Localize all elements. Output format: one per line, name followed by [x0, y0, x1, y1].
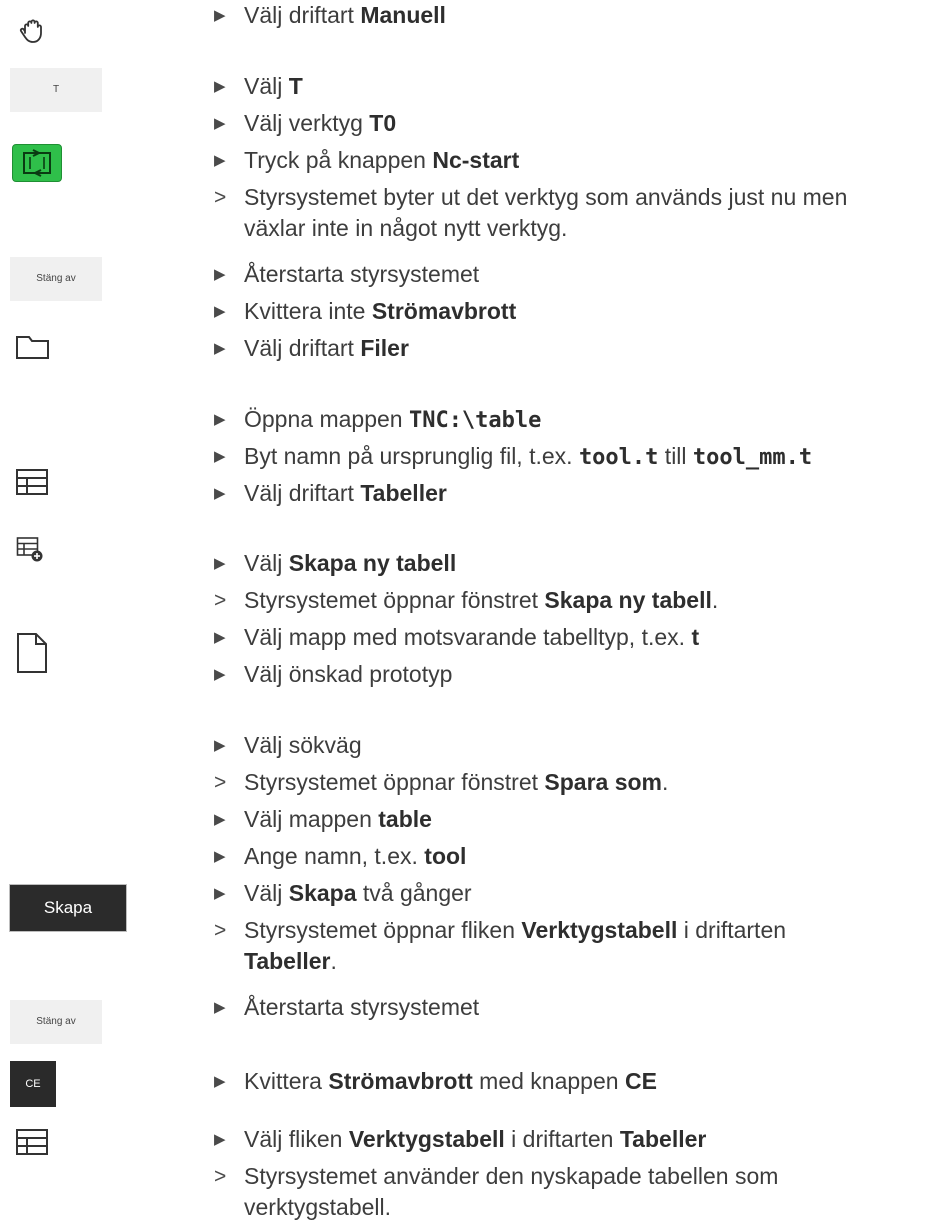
document-icon	[17, 633, 47, 673]
step-result: > Styrsystemet öppnar fönstret Spara som…	[214, 767, 934, 798]
step-item: ▶ Återstarta styrsystemet	[214, 992, 934, 1023]
step-arrow-icon: ▶	[214, 152, 226, 169]
step-item: ▶ Återstarta styrsystemet	[214, 259, 934, 290]
skapa-label: Skapa	[43, 898, 93, 917]
step-arrow-icon: ▶	[214, 885, 226, 902]
step-arrow-icon: ▶	[214, 1131, 226, 1148]
step-arrow-icon: ▶	[214, 340, 226, 357]
step-item: ▶ Tryck på knappen Nc-start	[214, 145, 934, 176]
step-arrow-icon: ▶	[214, 666, 226, 683]
step-item: ▶ Välj mapp med motsvarande tabelltyp, t…	[214, 622, 934, 653]
step-arrow-icon: ▶	[214, 848, 226, 865]
step-item: ▶ Välj driftart Filer	[214, 333, 934, 364]
step-arrow-icon: ▶	[214, 7, 226, 24]
ce-key-button[interactable]: CE	[10, 1061, 56, 1107]
step-arrow-icon: ▶	[214, 811, 226, 828]
step-result: > Styrsystemet öppnar fönstret Skapa ny …	[214, 585, 934, 616]
step-arrow-icon: ▶	[214, 448, 226, 465]
step-item: ▶ Ange namn, t.ex. tool	[214, 841, 934, 872]
step-item: ▶ Välj önskad prototyp	[214, 659, 934, 690]
step-arrow-icon: ▶	[214, 485, 226, 502]
step-arrow-icon: ▶	[214, 629, 226, 646]
new-table-icon	[16, 537, 43, 562]
step-arrow-icon: ▶	[214, 555, 226, 572]
nc-start-button[interactable]	[12, 144, 62, 182]
step-item: ▶ Välj T	[214, 71, 934, 102]
stang-av-label-2: Stäng av	[36, 1016, 76, 1027]
stang-av-button[interactable]: Stäng av	[10, 257, 102, 301]
table-icon	[16, 469, 48, 495]
step-item: ▶ Välj verktyg T0	[214, 108, 934, 139]
table-icon	[16, 1129, 48, 1155]
skapa-button[interactable]: Skapa	[9, 884, 127, 932]
step-arrow-icon: ▶	[214, 411, 226, 428]
hand-icon	[19, 19, 42, 43]
result-arrow-icon: >	[214, 919, 227, 942]
step-result: > Styrsystemet byter ut det verktyg som …	[214, 184, 848, 241]
step-item: ▶ Välj Skapa två gånger	[214, 878, 934, 909]
ce-key-label: CE	[25, 1078, 41, 1090]
step-item: ▶ Välj Skapa ny tabell	[214, 548, 934, 579]
step-item: ▶ Kvittera inte Strömavbrott	[214, 296, 934, 327]
step-item: ▶ Välj sökväg	[214, 730, 934, 761]
step-item: ▶ Byt namn på ursprunglig fil, t.ex. too…	[214, 443, 813, 470]
nc-start-icon	[23, 149, 51, 177]
step-arrow-icon: ▶	[214, 78, 226, 95]
step-item: ▶ Välj fliken Verktygstabell i driftarte…	[214, 1124, 934, 1155]
step-arrow-icon: ▶	[214, 115, 226, 132]
stang-av-button-2[interactable]: Stäng av	[10, 1000, 102, 1044]
step-item: ▶ Välj driftart Manuell	[214, 0, 934, 31]
step-item: ▶ Öppna mappen TNC:\table	[214, 406, 542, 433]
result-arrow-icon: >	[214, 186, 227, 209]
step-result: > Styrsystemet öppnar fliken Verktygstab…	[214, 917, 787, 974]
result-arrow-icon: >	[214, 589, 227, 612]
folder-icon	[16, 336, 49, 359]
t-key-label: T	[52, 84, 60, 95]
stang-av-label: Stäng av	[36, 273, 76, 284]
step-item: ▶ Kvittera Strömavbrott med knappen CE	[214, 1066, 934, 1097]
result-arrow-icon: >	[214, 771, 227, 794]
step-item: ▶ Välj driftart Tabeller	[214, 478, 934, 509]
step-arrow-icon: ▶	[214, 266, 226, 283]
step-arrow-icon: ▶	[214, 1073, 226, 1090]
step-item: ▶ Välj mappen table	[214, 804, 934, 835]
result-arrow-icon: >	[214, 1165, 227, 1188]
t-key-button[interactable]: T	[10, 68, 102, 112]
step-arrow-icon: ▶	[214, 999, 226, 1016]
step-arrow-icon: ▶	[214, 303, 226, 320]
step-result: > Styrsystemet använder den nyskapade ta…	[214, 1163, 779, 1220]
step-arrow-icon: ▶	[214, 737, 226, 754]
